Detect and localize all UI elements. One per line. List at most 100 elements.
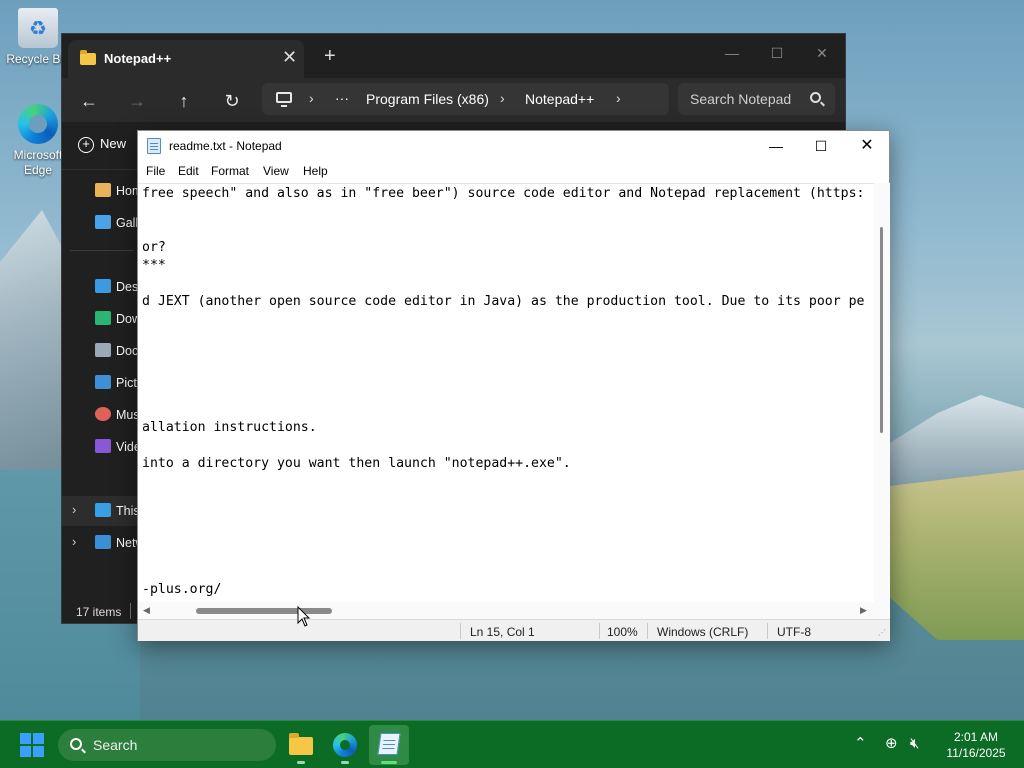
folder-icon bbox=[80, 50, 96, 65]
sidebar-item-gallery[interactable]: Gallery bbox=[62, 208, 156, 238]
sidebar-item-home[interactable]: Home bbox=[62, 176, 149, 206]
network-globe-icon[interactable]: ⊕ bbox=[885, 735, 898, 753]
item-count: 17 items bbox=[76, 605, 122, 619]
gallery-icon bbox=[95, 215, 111, 229]
explorer-tab[interactable]: Notepad++ ✕ bbox=[68, 40, 304, 78]
sidebar-item-videos[interactable]: Videos bbox=[62, 432, 154, 462]
text-line: d JEXT (another open source code editor … bbox=[142, 294, 865, 309]
maximize-button[interactable]: ☐ bbox=[798, 131, 844, 161]
status-divider bbox=[767, 623, 768, 639]
notepad-titlebar[interactable]: readme.txt - Notepad — ☐ ✕ bbox=[138, 131, 889, 161]
this-pc-icon bbox=[95, 503, 111, 517]
taskbar-search-input[interactable] bbox=[93, 736, 253, 754]
minimize-button[interactable]: — bbox=[753, 131, 799, 161]
windows-logo-pane bbox=[33, 746, 44, 757]
new-tab-button[interactable]: + bbox=[324, 46, 336, 66]
new-button[interactable]: + New bbox=[78, 136, 126, 153]
vertical-scroll-thumb[interactable] bbox=[880, 227, 883, 433]
scroll-right-icon[interactable]: ▶ bbox=[860, 605, 867, 616]
close-tab-icon[interactable]: ✕ bbox=[282, 48, 297, 66]
running-indicator bbox=[341, 761, 349, 764]
edge-icon bbox=[333, 733, 357, 757]
text-line: -plus.org/ bbox=[142, 582, 222, 597]
notepad-icon bbox=[147, 138, 161, 154]
new-label: New bbox=[100, 136, 127, 151]
encoding: UTF-8 bbox=[777, 625, 811, 639]
taskbar-edge[interactable] bbox=[325, 725, 365, 765]
chevron-right-icon[interactable]: › bbox=[72, 502, 76, 517]
breadcrumb-notepadpp[interactable]: Notepad++ bbox=[525, 91, 594, 107]
menu-edit[interactable]: Edit bbox=[178, 164, 199, 178]
explorer-navbar: ← → ↑ ↻ › ··· Program Files (x86) › Note… bbox=[62, 78, 845, 122]
home-icon bbox=[95, 183, 111, 197]
speaker-muted-icon[interactable]: 🔇︎ bbox=[910, 735, 919, 753]
pictures-icon bbox=[95, 375, 111, 389]
horizontal-scroll-thumb[interactable] bbox=[196, 608, 332, 614]
breadcrumb-ellipsis[interactable]: ··· bbox=[335, 90, 349, 106]
close-button[interactable]: ✕ bbox=[844, 131, 890, 161]
resize-grip-icon[interactable]: ⋰ bbox=[878, 628, 886, 637]
address-bar[interactable]: › ··· Program Files (x86) › Notepad++ › bbox=[262, 83, 669, 115]
search-icon bbox=[70, 738, 82, 750]
downloads-icon bbox=[95, 311, 111, 325]
up-icon[interactable]: ↑ bbox=[171, 88, 197, 114]
search-input[interactable] bbox=[690, 90, 802, 108]
taskbar-notepad[interactable] bbox=[369, 725, 409, 765]
documents-icon bbox=[95, 343, 111, 357]
chevron-up-icon[interactable]: ⌃ bbox=[854, 735, 867, 753]
tab-title: Notepad++ bbox=[104, 51, 172, 66]
windows-logo-pane bbox=[20, 746, 31, 757]
desktop-icon bbox=[95, 279, 111, 293]
cursor-position: Ln 15, Col 1 bbox=[470, 625, 535, 639]
this-pc-icon bbox=[276, 92, 292, 107]
menu-file[interactable]: File bbox=[146, 164, 165, 178]
windows-logo-icon bbox=[20, 733, 31, 744]
scroll-left-icon[interactable]: ◀ bbox=[143, 605, 150, 616]
menu-format[interactable]: Format bbox=[211, 164, 249, 178]
text-line: or? bbox=[142, 240, 166, 255]
chevron-right-icon[interactable]: › bbox=[72, 534, 76, 549]
wallpaper-meadow bbox=[880, 470, 1024, 640]
sidebar-item-desktop[interactable]: Desktop bbox=[62, 272, 162, 302]
taskbar-file-explorer[interactable] bbox=[281, 725, 321, 765]
chevron-right-icon[interactable]: › bbox=[616, 90, 621, 106]
sidebar-divider bbox=[70, 250, 134, 251]
close-button[interactable]: ✕ bbox=[807, 40, 837, 66]
horizontal-scrollbar[interactable]: ◀ ▶ bbox=[138, 602, 890, 619]
plus-icon: + bbox=[78, 137, 94, 153]
edge-icon bbox=[18, 104, 58, 144]
sidebar-item-documents[interactable]: Documents bbox=[62, 336, 179, 366]
breadcrumb-program-files[interactable]: Program Files (x86) bbox=[366, 91, 489, 107]
refresh-icon[interactable]: ↻ bbox=[219, 88, 245, 114]
explorer-search[interactable] bbox=[678, 83, 835, 115]
taskbar-search[interactable] bbox=[58, 729, 276, 761]
status-divider bbox=[130, 603, 131, 619]
start-button[interactable] bbox=[20, 733, 44, 757]
sidebar-item-this-pc[interactable]: › This PC bbox=[62, 496, 160, 526]
sidebar-item-downloads[interactable]: Downloads bbox=[62, 304, 178, 334]
wallpaper-mountain-right bbox=[880, 395, 1024, 485]
zoom-level: 100% bbox=[607, 625, 638, 639]
maximize-button[interactable]: ☐ bbox=[762, 40, 792, 66]
sidebar-item-pictures[interactable]: Pictures bbox=[62, 368, 161, 398]
back-icon[interactable]: ← bbox=[76, 88, 102, 114]
text-line: into a directory you want then launch "n… bbox=[142, 456, 571, 471]
forward-icon[interactable]: → bbox=[124, 88, 150, 114]
menu-help[interactable]: Help bbox=[303, 164, 328, 178]
chevron-right-icon[interactable]: › bbox=[309, 90, 314, 106]
explorer-titlebar: Notepad++ ✕ + — ☐ ✕ bbox=[62, 34, 845, 78]
clock[interactable]: 2:01 AM 11/16/2025 bbox=[936, 729, 1016, 761]
text-editor[interactable]: free speech" and also as in "free beer")… bbox=[138, 183, 874, 602]
status-bar: Ln 15, Col 1 100% Windows (CRLF) UTF-8 ⋰ bbox=[138, 619, 890, 641]
chevron-right-icon[interactable]: › bbox=[500, 90, 505, 106]
taskbar: ⌃ ⊕ 🔇︎ 2:01 AM 11/16/2025 bbox=[0, 720, 1024, 768]
status-divider bbox=[460, 623, 461, 639]
vertical-scrollbar[interactable] bbox=[874, 183, 890, 602]
text-line: free speech" and also as in "free beer")… bbox=[142, 186, 865, 201]
clock-time: 2:01 AM bbox=[953, 730, 999, 744]
minimize-button[interactable]: — bbox=[717, 40, 747, 66]
sidebar-item-network[interactable]: › Network bbox=[62, 528, 162, 558]
sidebar-item-music[interactable]: Music bbox=[62, 400, 149, 430]
menu-bar: File Edit Format View Help bbox=[138, 161, 889, 183]
menu-view[interactable]: View bbox=[263, 164, 289, 178]
